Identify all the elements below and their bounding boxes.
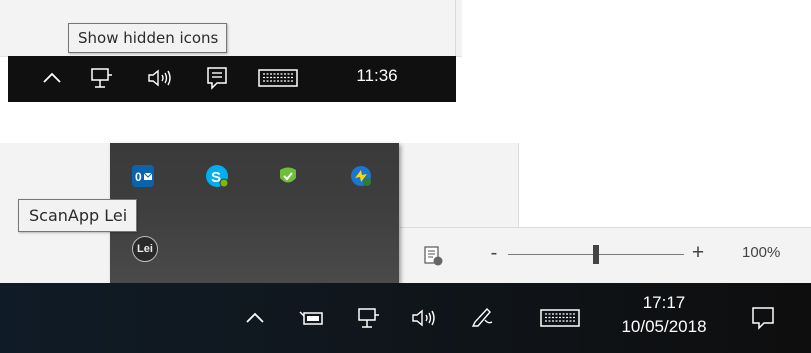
zoom-percentage[interactable]: 100%	[742, 241, 802, 265]
zoom-out-button[interactable]: -	[487, 240, 501, 266]
svg-text:S: S	[211, 169, 221, 186]
chevron-up-icon[interactable]	[42, 71, 62, 85]
keyboard-icon[interactable]	[258, 69, 298, 87]
network-icon[interactable]	[357, 307, 381, 329]
zoom-in-button[interactable]: +	[690, 240, 706, 266]
pen-icon[interactable]	[470, 306, 496, 330]
skype-icon[interactable]: S	[206, 165, 229, 188]
clock-date: 10/05/2018	[621, 317, 707, 336]
battery-icon[interactable]	[298, 309, 326, 327]
volume-icon[interactable]	[411, 308, 441, 328]
zoom-slider-thumb[interactable]	[593, 245, 599, 264]
sync-icon[interactable]	[350, 165, 372, 187]
outlook-icon[interactable]: 0	[132, 165, 154, 187]
notification-icon[interactable]	[751, 306, 775, 330]
network-icon[interactable]	[90, 67, 114, 89]
tooltip-show-hidden-icons: Show hidden icons	[68, 23, 228, 53]
clock-time: 17:17	[642, 293, 686, 312]
volume-icon[interactable]	[147, 68, 177, 88]
chevron-up-icon[interactable]	[245, 311, 265, 325]
status-bar-divider	[400, 227, 811, 228]
clock[interactable]: 17:17 10/05/2018	[600, 291, 728, 339]
keyboard-icon[interactable]	[540, 309, 580, 327]
scanapp-icon[interactable]: Lei	[132, 236, 158, 262]
action-center-icon[interactable]	[206, 66, 228, 90]
green-app-icon[interactable]	[277, 165, 299, 187]
tooltip-scanapp: ScanApp Lei	[18, 199, 138, 232]
clock-time[interactable]: 11:36	[347, 64, 407, 88]
svg-text:0: 0	[135, 170, 142, 184]
document-view-icon[interactable]	[423, 245, 445, 267]
hidden-icons-flyout: 0 S Lei	[110, 143, 399, 283]
document-page-area	[518, 143, 811, 228]
